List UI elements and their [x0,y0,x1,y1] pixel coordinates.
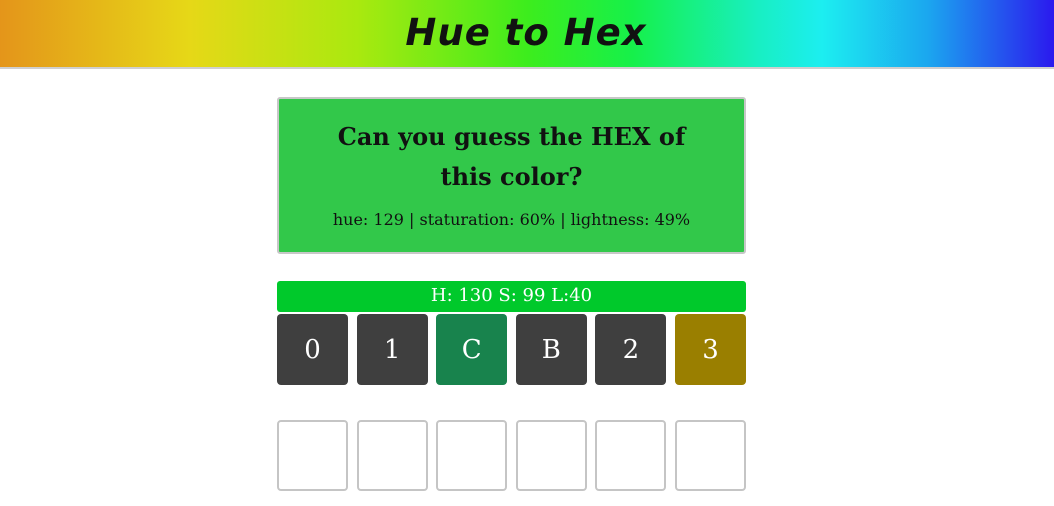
target-color-card: Can you guess the HEX of this color? hue… [277,97,746,254]
hex-input-tile[interactable] [515,420,587,491]
guess-tile: 2 [595,314,667,385]
hex-input-tile[interactable] [277,420,348,491]
prompt-question: Can you guess the HEX of this color? [337,122,686,191]
input-row [277,420,746,491]
header-banner: Hue to Hex [0,0,1054,69]
guess-tile: 1 [356,314,428,385]
guess-tile: B [515,314,587,385]
guess-tile: 0 [277,314,348,385]
hex-input-tile[interactable] [595,420,667,491]
hex-input-tile[interactable] [356,420,428,491]
hex-input-tile[interactable] [674,420,746,491]
guess-row: 0 1 C B 2 3 [277,314,746,385]
guess-hsl-label: H: 130 S: 99 L:40 [277,281,746,312]
guess-tile: C [436,314,508,385]
target-hsl-values: hue: 129 | staturation: 60% | lightness:… [332,210,691,229]
hex-input-tile[interactable] [436,420,508,491]
guess-tile: 3 [674,314,746,385]
app-title: Hue to Hex [405,11,647,54]
